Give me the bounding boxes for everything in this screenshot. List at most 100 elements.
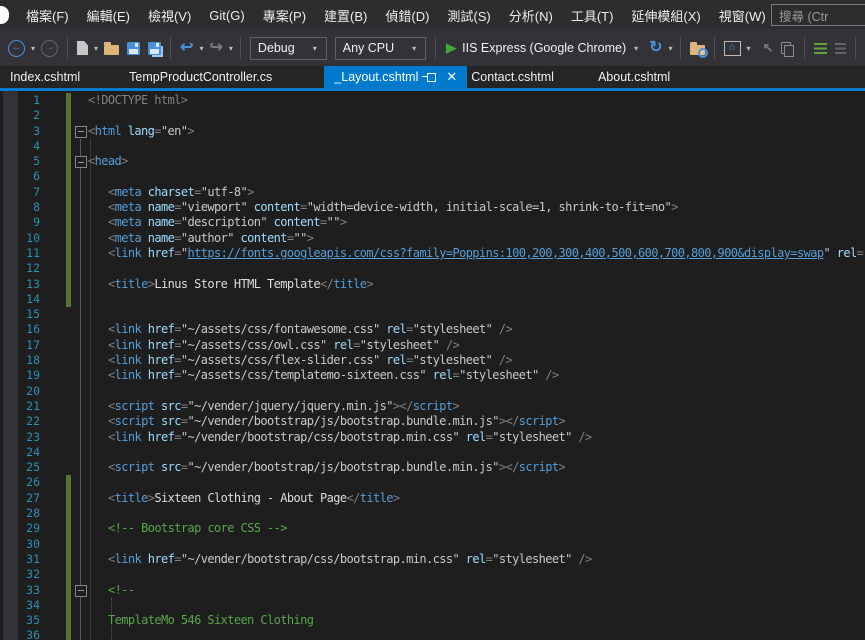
code-token: https://fonts.googleapis.com/css?family=… [187, 245, 825, 260]
code-token: = [174, 200, 181, 215]
redo-button[interactable]: ↪ [205, 35, 226, 61]
refresh-button[interactable]: ↻ [645, 35, 666, 61]
code-line[interactable]: 22 <script src="~/vender/bootstrap/js/boo… [0, 414, 865, 429]
new-file-button[interactable] [73, 35, 92, 61]
collapse-box-icon[interactable] [75, 156, 87, 169]
chevron-down-icon[interactable]: ▾ [31, 44, 35, 53]
chevron-down-icon[interactable]: ▾ [199, 44, 203, 53]
code-line[interactable]: 4 [0, 138, 865, 155]
chevron-down-icon[interactable]: ▾ [94, 44, 98, 53]
format-selection-button[interactable] [831, 35, 850, 61]
code-line[interactable]: 32 [0, 567, 865, 583]
browse-with-button[interactable]: ⌂ [720, 35, 745, 61]
code-line[interactable]: 21 <script src="~/vender/jquery/jquery.mi… [0, 399, 865, 414]
outline-margin[interactable] [71, 583, 88, 598]
code-line[interactable]: 29 <!-- Bootstrap core CSS --> [0, 521, 865, 537]
menu-item-project[interactable]: 專案(P) [254, 0, 315, 30]
menu-item-extensions[interactable]: 延伸模組(X) [622, 0, 709, 30]
menu-item-test[interactable]: 測試(S) [438, 0, 499, 30]
code-line[interactable]: 5 <head> [0, 154, 865, 170]
code-line[interactable]: 24 [0, 445, 865, 460]
menu-item-window[interactable]: 視窗(W) [710, 0, 775, 30]
code-line[interactable]: 34 [0, 597, 865, 614]
toggle-bookmark-button[interactable] [861, 35, 865, 61]
start-debugging-button[interactable]: ▶ IIS Express (Google Chrome) ▾ [441, 40, 645, 56]
code-line[interactable]: 14 [0, 291, 865, 308]
menu-item-file[interactable]: 檔案(F) [17, 0, 78, 30]
code-line[interactable]: 25 <script src="~/vender/bootstrap/js/boo… [0, 460, 865, 475]
navigate-forward-button[interactable]: → [37, 35, 62, 61]
code-line[interactable]: 2 [0, 108, 865, 124]
menu-item-debug[interactable]: 偵錯(D) [376, 0, 438, 30]
menu-item-edit[interactable]: 編輯(E) [78, 0, 139, 30]
close-icon[interactable]: ✕ [446, 70, 457, 83]
code-line[interactable]: 11 <link href="https://fonts.googleapis.c… [0, 245, 865, 262]
code-line[interactable]: 30 [0, 536, 865, 552]
undo-button[interactable]: ↩ [176, 35, 197, 61]
code-line[interactable]: 15 [0, 307, 865, 322]
solution-configuration-dropdown[interactable]: Debug ▾ [249, 36, 327, 60]
code-editor[interactable]: 1 <!DOCTYPE html> 2 3 <html lang="en"> 4 5 <hea… [0, 91, 865, 640]
code-line[interactable]: 6 [0, 169, 865, 185]
code-line[interactable]: 35 TemplateMo 546 Sixteen Clothing [0, 613, 865, 629]
code-text: <title>Linus Store HTML Template</title> [88, 277, 865, 292]
solution-platform-dropdown[interactable]: Any CPU ▾ [334, 36, 427, 60]
code-line[interactable]: 20 [0, 384, 865, 399]
code-line[interactable]: 27 <title>Sixteen Clothing - About Page</… [0, 490, 865, 507]
code-line[interactable]: 18 <link href="~/assets/css/flex-slider.c… [0, 353, 865, 368]
tab-contact-cshtml[interactable]: Contact.cshtml [469, 66, 556, 88]
code-line[interactable]: 16 <link href="~/assets/css/fontawesome.c… [0, 322, 865, 337]
code-line[interactable]: 9 <meta name="description" content=""> [0, 215, 865, 231]
tab-layout-cshtml[interactable]: _Layout.cshtml ✕ [324, 66, 468, 88]
code-line[interactable]: 19 <link href="~/assets/css/templatemo-si… [0, 368, 865, 383]
find-in-files-button[interactable] [686, 35, 709, 61]
code-line[interactable]: 36 [0, 628, 865, 640]
chevron-down-icon[interactable]: ▾ [747, 44, 751, 53]
code-line[interactable]: 33 <!-- [0, 582, 865, 598]
code-line[interactable]: 31 <link href="~/vender/bootstrap/css/boo… [0, 551, 865, 568]
line-number: 23 [26, 429, 40, 444]
tab-tempproductcontroller-cs[interactable]: TempProductController.cs [127, 66, 274, 88]
select-element-button[interactable]: ↖ [759, 35, 778, 61]
code-line[interactable]: 13 <title>Linus Store HTML Template</titl… [0, 276, 865, 292]
code-text: <script src="~/vender/bootstrap/js/boots… [88, 460, 865, 475]
save-all-button[interactable] [144, 35, 165, 61]
code-line[interactable]: 7 <meta charset="utf-8"> [0, 184, 865, 201]
code-line[interactable]: 10 <meta name="author" content=""> [0, 230, 865, 246]
code-line[interactable]: 12 [0, 261, 865, 277]
menu-item-git[interactable]: Git(G) [200, 0, 253, 30]
code-line[interactable]: 26 [0, 475, 865, 491]
code-line[interactable]: 17 <link href="~/assets/css/owl.css" rel=… [0, 338, 865, 353]
menu-item-view[interactable]: 檢視(V) [139, 0, 200, 30]
navigate-backward-button[interactable]: ← [4, 35, 29, 61]
tab-label: _Layout.cshtml [334, 70, 419, 84]
outline-margin[interactable] [71, 154, 88, 169]
code-line[interactable]: 3 <html lang="en"> [0, 123, 865, 139]
code-line[interactable]: 1 <!DOCTYPE html> [0, 93, 865, 109]
tab-about-cshtml[interactable]: About.cshtml [596, 66, 672, 88]
code-token: <!DOCTYPE html> [88, 93, 188, 107]
chevron-down-icon[interactable]: ▾ [669, 44, 673, 53]
pin-icon[interactable] [422, 72, 437, 82]
chevron-down-icon[interactable]: ▾ [229, 44, 233, 53]
menu-item-analyze[interactable]: 分析(N) [500, 0, 562, 30]
copy-markup-button[interactable] [777, 35, 799, 61]
open-file-button[interactable] [100, 35, 123, 61]
code-line[interactable]: 23 <link href="~/vender/bootstrap/css/boo… [0, 430, 865, 445]
menu-item-tools[interactable]: 工具(T) [562, 0, 623, 30]
separator [679, 37, 681, 59]
code-line[interactable]: 28 [0, 506, 865, 522]
code-line[interactable]: 8 <meta name="viewport" content="width=de… [0, 200, 865, 216]
collapse-box-icon[interactable] [75, 584, 87, 597]
menu-item-build[interactable]: 建置(B) [315, 0, 376, 30]
outline-margin[interactable] [71, 124, 88, 139]
collapse-box-icon[interactable] [75, 125, 87, 138]
code-text: <script src="~/vender/bootstrap/js/boots… [88, 414, 865, 429]
tab-index-cshtml[interactable]: Index.cshtml [8, 66, 82, 88]
format-document-button[interactable] [810, 35, 831, 61]
save-button[interactable] [123, 35, 144, 61]
search-input[interactable]: 搜尋 (Ctr [771, 4, 865, 26]
